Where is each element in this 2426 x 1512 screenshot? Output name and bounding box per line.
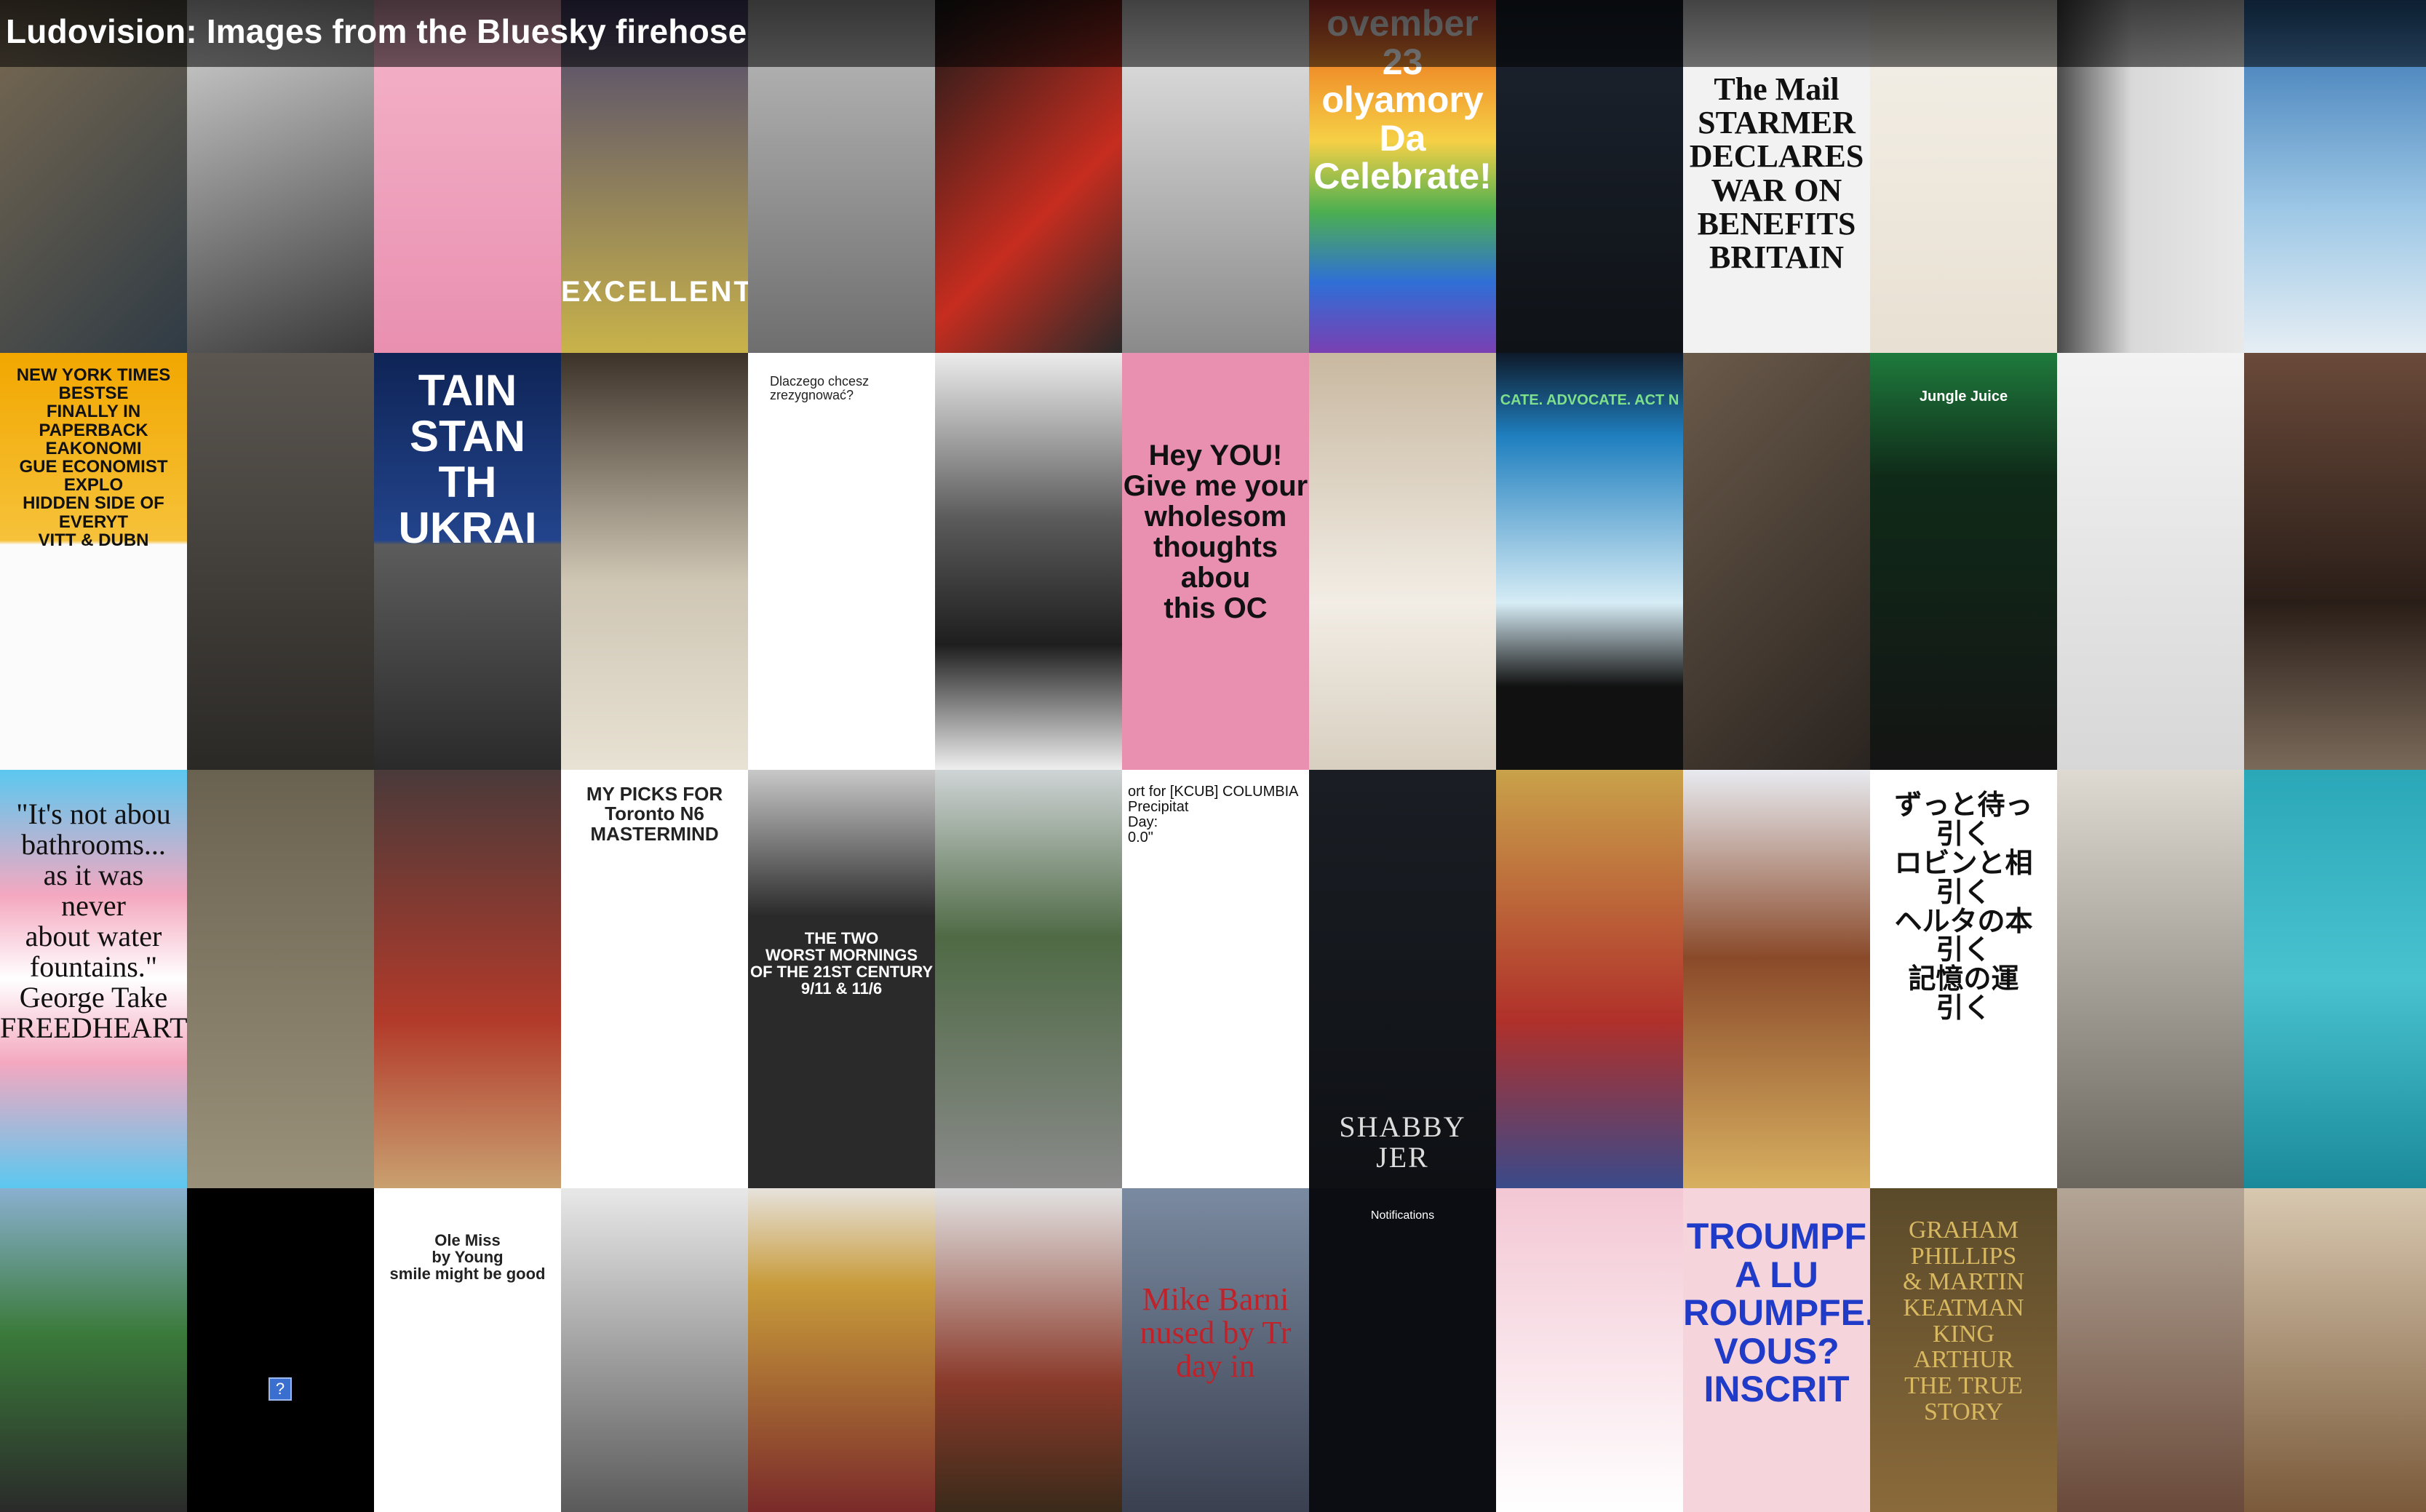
tile-caption: ort for [KCUB] COLUMBIA Precipitat Day: …: [1128, 784, 1299, 845]
tile-caption: NEW YORK TIMES BESTSE FINALLY IN PAPERBA…: [16, 365, 171, 550]
mosaic-image-tile[interactable]: Hey YOU! Give me your wholesom thoughts …: [1122, 353, 1309, 770]
tile-caption: THE TWO WORST MORNINGS OF THE 21ST CENTU…: [750, 929, 933, 998]
mosaic-image-tile[interactable]: [187, 353, 374, 770]
mosaic-image-tile[interactable]: [0, 1188, 187, 1512]
mosaic-image-tile[interactable]: [1309, 353, 1496, 770]
tile-caption: EXCELLENT: [561, 276, 748, 308]
mosaic-image-tile[interactable]: Dlaczego chcesz zrezygnować?: [748, 353, 935, 770]
tile-caption: "It's not abou bathrooms... as it was ne…: [0, 797, 187, 1044]
tile-caption: MY PICKS FOR Toronto N6 MASTERMIND: [586, 783, 723, 845]
mosaic-image-tile[interactable]: GRAHAM PHILLIPS & MARTIN KEATMAN KING AR…: [1870, 1188, 2057, 1512]
mosaic-image-tile[interactable]: [2244, 353, 2426, 770]
mosaic-image-tile[interactable]: [1496, 1188, 1683, 1512]
broken-image-icon: ?: [269, 1377, 292, 1401]
mosaic-image-tile[interactable]: THE TWO WORST MORNINGS OF THE 21ST CENTU…: [748, 770, 935, 1188]
mosaic-image-tile[interactable]: Notifications: [1309, 1188, 1496, 1512]
mosaic-image-tile[interactable]: [1683, 770, 1870, 1188]
mosaic-image-tile[interactable]: [2244, 770, 2426, 1188]
mosaic-image-tile[interactable]: [561, 1188, 748, 1512]
mosaic-image-tile[interactable]: [935, 770, 1122, 1188]
mosaic-image-tile[interactable]: [1683, 353, 1870, 770]
tile-caption: TAIN STAN TH UKRAI: [398, 366, 537, 552]
mosaic-image-tile[interactable]: [748, 1188, 935, 1512]
tile-caption: Mike Barni nused by Tr day in: [1140, 1281, 1292, 1385]
mosaic-image-tile[interactable]: [374, 770, 561, 1188]
mosaic-image-tile[interactable]: [935, 1188, 1122, 1512]
mosaic-image-tile[interactable]: "It's not abou bathrooms... as it was ne…: [0, 770, 187, 1188]
title-bar: Ludovision: Images from the Bluesky fire…: [0, 0, 2426, 67]
mosaic-image-tile[interactable]: [2057, 353, 2244, 770]
tile-caption: SHABBY JER: [1339, 1110, 1466, 1174]
tile-caption: ずっと待っ 引く ロビンと相 引く ヘルタの本 引く 記憶の運 引く: [1894, 790, 2033, 1024]
mosaic-image-tile[interactable]: [935, 353, 1122, 770]
tile-caption: Dlaczego chcesz zrezygnować?: [770, 374, 870, 402]
tile-caption: Jungle Juice: [1919, 389, 2008, 405]
tile-caption: Ole Miss by Young smile might be good: [389, 1231, 546, 1284]
mosaic-image-tile[interactable]: [2057, 770, 2244, 1188]
mosaic-image-tile[interactable]: TAIN STAN TH UKRAI: [374, 353, 561, 770]
mosaic-image-tile[interactable]: [2057, 1188, 2244, 1512]
tile-caption: Hey YOU! Give me your wholesom thoughts …: [1123, 439, 1308, 624]
tile-caption: TROUMPF A LU ROUMPFE. VOUS? INSCRIT: [1683, 1216, 1870, 1409]
mosaic-image-tile[interactable]: MY PICKS FOR Toronto N6 MASTERMIND: [561, 770, 748, 1188]
mosaic-image-tile[interactable]: Mike Barni nused by Tr day in: [1122, 1188, 1309, 1512]
mosaic-image-tile[interactable]: Jungle Juice: [1870, 353, 2057, 770]
mosaic-image-tile[interactable]: CATE. ADVOCATE. ACT N: [1496, 353, 1683, 770]
tile-caption: CATE. ADVOCATE. ACT N: [1500, 392, 1679, 408]
tile-caption: Notifications: [1370, 1209, 1435, 1222]
mosaic-image-tile[interactable]: TROUMPF A LU ROUMPFE. VOUS? INSCRIT: [1683, 1188, 1870, 1512]
page-title: Ludovision: Images from the Bluesky fire…: [6, 12, 747, 50]
mosaic-image-tile[interactable]: NEW YORK TIMES BESTSE FINALLY IN PAPERBA…: [0, 353, 187, 770]
mosaic-image-tile[interactable]: ort for [KCUB] COLUMBIA Precipitat Day: …: [1122, 770, 1309, 1188]
mosaic-image-tile[interactable]: ?: [187, 1188, 374, 1512]
mosaic-image-tile[interactable]: [187, 770, 374, 1188]
mosaic-image-tile[interactable]: Ole Miss by Young smile might be good: [374, 1188, 561, 1512]
mosaic-image-tile[interactable]: ずっと待っ 引く ロビンと相 引く ヘルタの本 引く 記憶の運 引く: [1870, 770, 2057, 1188]
mosaic-image-tile[interactable]: [561, 353, 748, 770]
tile-caption: GRAHAM PHILLIPS & MARTIN KEATMAN KING AR…: [1902, 1217, 2024, 1425]
tile-caption: The Mail STARMER DECLARES WAR ON BENEFIT…: [1689, 71, 1864, 275]
mosaic-image-tile[interactable]: [2244, 1188, 2426, 1512]
mosaic-image-tile[interactable]: SHABBY JER: [1309, 770, 1496, 1188]
mosaic-image-tile[interactable]: [1496, 770, 1683, 1188]
image-mosaic: EXCELLENTovember 23 olyamory Da Celebrat…: [0, 0, 2426, 1512]
